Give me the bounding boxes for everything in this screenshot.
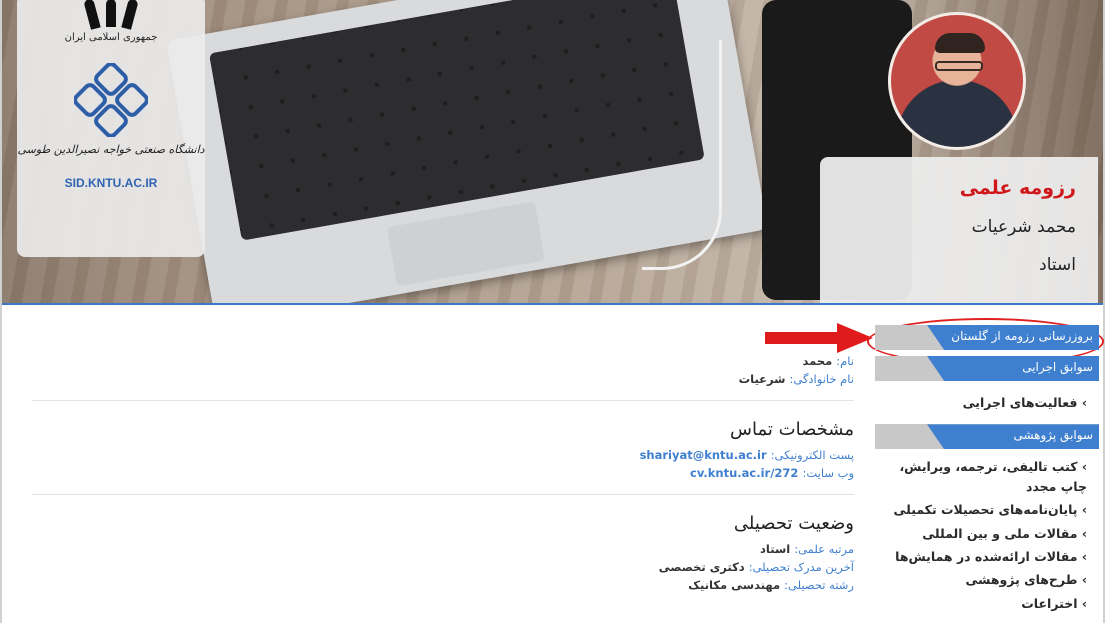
resume-title: رزومه علمی xyxy=(959,177,1076,199)
exec-section-header: سوابق اجرایی xyxy=(875,356,1099,381)
sidebar-item-exec-activities[interactable]: › فعالیت‌های اجرایی xyxy=(875,387,1099,416)
sidebar-item-books[interactable]: › کتب تالیفی، ترجمه، ویرایش، چاپ مجدد xyxy=(875,455,1099,500)
divider xyxy=(32,494,854,495)
person-name: محمد شرعیات xyxy=(971,217,1076,237)
earphone-cable-image xyxy=(642,40,722,270)
field-value: مهندسی مکانیک xyxy=(688,578,781,592)
rank-value: استاد xyxy=(760,542,791,556)
iran-emblem-icon xyxy=(81,0,141,30)
first-name-row: نام: محمد xyxy=(802,354,854,368)
website-link[interactable]: cv.kntu.ac.ir/272 xyxy=(690,466,798,480)
logo-site-link[interactable]: SID.KNTU.AC.IR xyxy=(17,176,205,190)
sidebar-item-theses[interactable]: › پایان‌نامه‌های تحصیلات تکمیلی xyxy=(875,500,1099,523)
avatar xyxy=(888,12,1026,150)
update-from-golestan-label: بروزرسانی رزومه از گلستان xyxy=(951,329,1093,343)
update-from-golestan-button[interactable]: بروزرسانی رزومه از گلستان xyxy=(875,325,1099,350)
contact-heading: مشخصات تماس xyxy=(730,419,854,440)
sidebar-item-research-projects[interactable]: › طرح‌های پژوهشی xyxy=(875,570,1099,593)
education-heading: وضعیت تحصیلی xyxy=(733,513,854,534)
website-row: وب سایت: cv.kntu.ac.ir/272 xyxy=(690,466,854,480)
degree-value: دکتری تخصصی xyxy=(658,560,745,574)
last-name-value: شرعیات xyxy=(738,372,786,386)
logo-top-text: جمهوری اسلامی ایران xyxy=(64,32,158,43)
person-rank: استاد xyxy=(1039,255,1076,275)
divider xyxy=(32,400,854,401)
degree-row: آخرین مدرک تحصیلی: دکتری تخصصی xyxy=(658,560,854,574)
university-logo-panel: جمهوری اسلامی ایران دانشگاه صنعتی خواجه … xyxy=(17,0,205,257)
sidebar-item-conference-papers[interactable]: › مقالات ارائه‌شده در همایش‌ها xyxy=(875,547,1099,570)
field-row: رشته تحصیلی: مهندسی مکانیک xyxy=(688,578,854,592)
last-name-row: نام خانوادگی: شرعیات xyxy=(738,372,854,386)
banner-divider xyxy=(2,303,1103,305)
rank-row: مرتبه علمی: استاد xyxy=(760,542,854,556)
keyboard-image xyxy=(208,0,705,241)
email-row: پست الکترونیکی: shariyat@kntu.ac.ir xyxy=(639,448,854,462)
email-link[interactable]: shariyat@kntu.ac.ir xyxy=(640,448,767,462)
title-card: رزومه علمی محمد شرعیات استاد xyxy=(820,157,1098,305)
main-content: نام: محمد نام خانوادگی: شرعیات مشخصات تم… xyxy=(32,340,854,594)
kntu-logo-icon xyxy=(73,62,149,138)
logo-university-name: دانشگاه صنعتی خواجه نصیرالدین طوسی xyxy=(17,143,205,156)
research-section-header: سوابق پژوهشی xyxy=(875,424,1099,450)
first-name-value: محمد xyxy=(802,354,833,368)
sidebar: بروزرسانی رزومه از گلستان سوابق اجرایی ›… xyxy=(875,325,1099,617)
sidebar-item-inventions[interactable]: › اختراعات xyxy=(875,594,1099,617)
header-banner: جمهوری اسلامی ایران دانشگاه صنعتی خواجه … xyxy=(2,0,1103,305)
sidebar-item-articles[interactable]: › مقالات ملی و بین المللی xyxy=(875,524,1099,547)
